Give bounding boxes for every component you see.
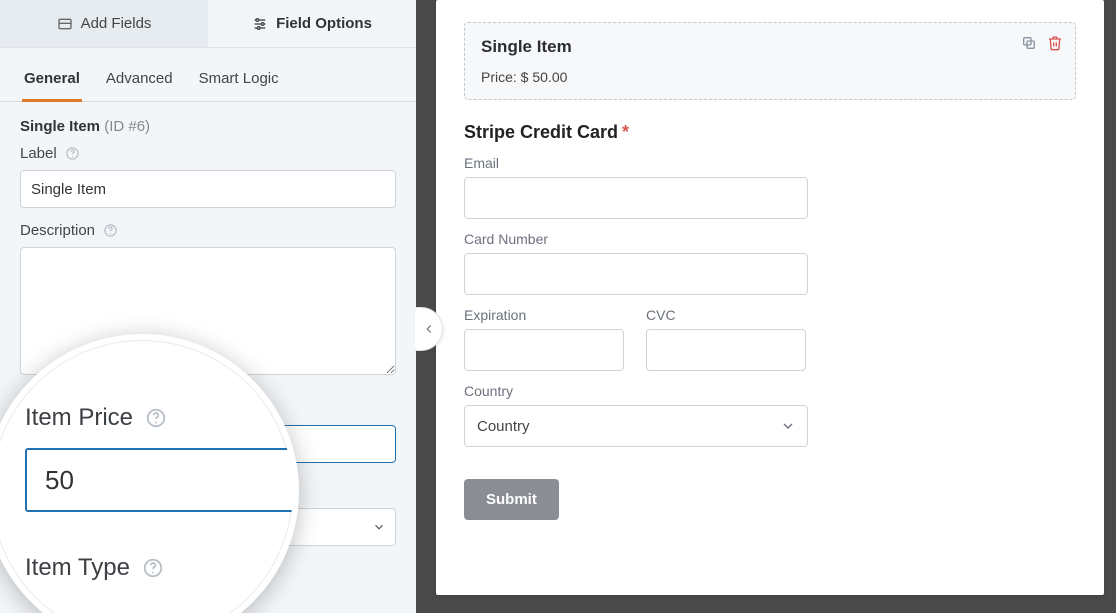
item-price-label: Item Price bbox=[25, 404, 133, 432]
magnifier-overlay: Item Price Item Type bbox=[0, 334, 299, 613]
tab-field-options[interactable]: Field Options bbox=[208, 0, 416, 47]
expiration-field[interactable] bbox=[464, 329, 624, 371]
subtab-smart-logic[interactable]: Smart Logic bbox=[197, 60, 281, 102]
cvc-label: CVC bbox=[646, 307, 806, 323]
help-icon[interactable] bbox=[145, 407, 167, 429]
required-asterisk: * bbox=[622, 122, 629, 142]
stripe-section-title: Stripe Credit Card* bbox=[464, 122, 1076, 143]
country-label: Country bbox=[464, 383, 1076, 399]
card-number-label: Card Number bbox=[464, 231, 1076, 247]
card-number-field[interactable] bbox=[464, 253, 808, 295]
fields-icon bbox=[57, 16, 73, 32]
group-label: Label bbox=[0, 135, 416, 212]
tab-add-fields[interactable]: Add Fields bbox=[0, 0, 208, 47]
preview-single-item-field[interactable]: Single Item Price: $ 50.00 bbox=[464, 22, 1076, 100]
label-input[interactable] bbox=[20, 170, 396, 208]
form-preview: Single Item Price: $ 50.00 Stripe Credit… bbox=[436, 0, 1104, 595]
tab-label: Add Fields bbox=[81, 15, 152, 32]
item-type-label: Item Type bbox=[25, 554, 130, 582]
tab-label: Field Options bbox=[276, 15, 372, 32]
field-header: Single Item (ID #6) bbox=[0, 102, 416, 135]
duplicate-icon[interactable] bbox=[1021, 35, 1037, 51]
subtab-general[interactable]: General bbox=[22, 60, 82, 102]
preview-item-title: Single Item bbox=[481, 37, 1059, 57]
section-title-text: Stripe Credit Card bbox=[464, 122, 618, 142]
field-id-label: (ID #6) bbox=[104, 118, 150, 135]
description-label: Description bbox=[20, 222, 95, 239]
country-select[interactable]: Country bbox=[464, 405, 808, 447]
field-options-subtabs: General Advanced Smart Logic bbox=[0, 60, 416, 102]
builder-top-tabs: Add Fields Field Options bbox=[0, 0, 416, 48]
preview-item-price: Price: $ 50.00 bbox=[481, 69, 1059, 85]
email-label: Email bbox=[464, 155, 1076, 171]
trash-icon[interactable] bbox=[1047, 35, 1063, 51]
item-price-input[interactable] bbox=[25, 448, 299, 512]
expiration-label: Expiration bbox=[464, 307, 624, 323]
email-field[interactable] bbox=[464, 177, 808, 219]
label-label: Label bbox=[20, 145, 57, 162]
field-type-name: Single Item bbox=[20, 118, 100, 135]
help-icon[interactable] bbox=[142, 557, 164, 579]
submit-button[interactable]: Submit bbox=[464, 479, 559, 520]
subtab-advanced[interactable]: Advanced bbox=[104, 60, 175, 102]
help-icon[interactable] bbox=[103, 223, 118, 238]
cvc-field[interactable] bbox=[646, 329, 806, 371]
form-preview-panel: Single Item Price: $ 50.00 Stripe Credit… bbox=[416, 0, 1116, 613]
help-icon[interactable] bbox=[65, 146, 80, 161]
sliders-icon bbox=[252, 16, 268, 32]
